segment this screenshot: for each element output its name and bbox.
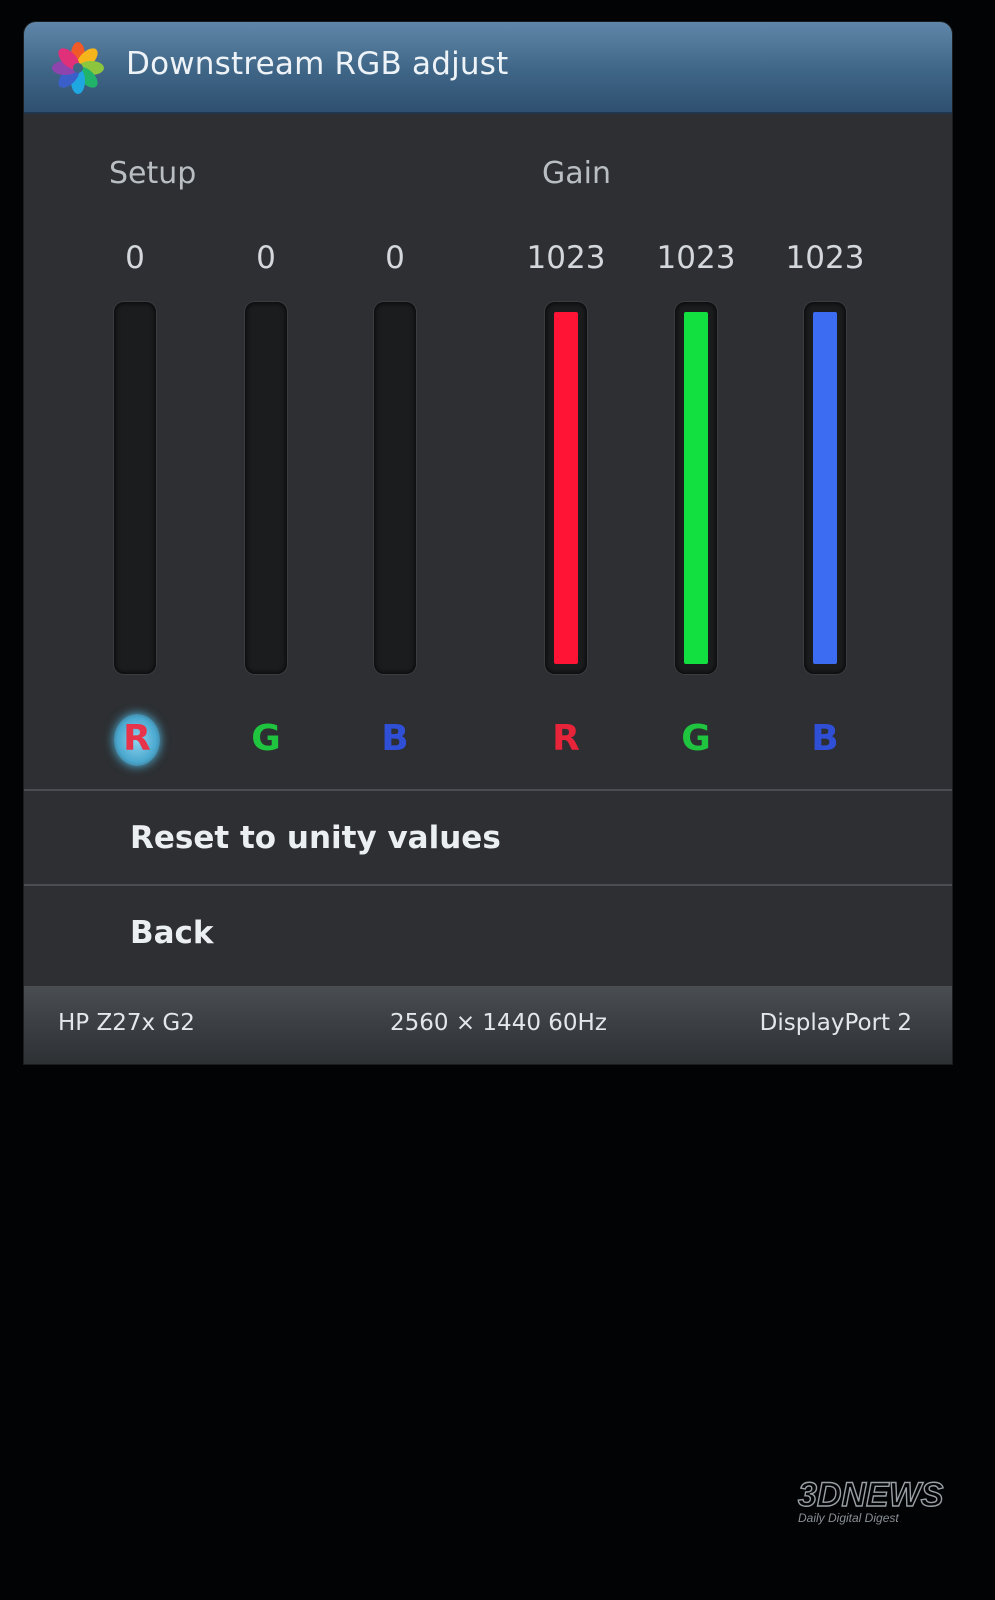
gain-r-value: 1023 [526, 240, 606, 276]
osd-window: Downstream RGB adjust Setup Gain 0 0 0 1… [24, 22, 952, 1064]
setup-g-value: 0 [256, 240, 276, 276]
gain-g-value: 1023 [656, 240, 736, 276]
input-source: DisplayPort 2 [759, 1010, 912, 1036]
3dnews-watermark-logo: 3DNEWS Daily Digital Digest [797, 1475, 944, 1525]
hp-colorwheel-icon [52, 42, 104, 94]
gain-r-slider[interactable] [545, 302, 587, 674]
gain-r-channel-button[interactable]: R [536, 718, 596, 759]
reset-to-unity-button[interactable]: Reset to unity values [130, 820, 501, 856]
setup-r-value: 0 [125, 240, 145, 276]
status-bar: HP Z27x G2 2560 × 1440 60Hz DisplayPort … [24, 986, 952, 1064]
gain-r-fill [554, 312, 578, 664]
model-name: HP Z27x G2 [58, 1010, 195, 1036]
gain-b-slider[interactable] [804, 302, 846, 674]
setup-g-slider[interactable] [245, 302, 287, 674]
back-button[interactable]: Back [130, 915, 214, 951]
setup-b-slider[interactable] [374, 302, 416, 674]
gain-g-slider[interactable] [675, 302, 717, 674]
setup-label: Setup [109, 156, 197, 191]
watermark-brand: 3DNEWS [798, 1476, 944, 1514]
setup-g-channel-button[interactable]: G [236, 718, 296, 759]
gain-b-fill [813, 312, 837, 664]
gain-b-channel-button[interactable]: B [795, 718, 855, 759]
resolution-info: 2560 × 1440 60Hz [390, 1010, 607, 1036]
gain-b-value: 1023 [785, 240, 865, 276]
divider [24, 789, 952, 791]
setup-r-channel-button[interactable]: R [114, 714, 160, 766]
gain-g-channel-button[interactable]: G [666, 718, 726, 759]
window-title: Downstream RGB adjust [126, 46, 509, 82]
title-bar: Downstream RGB adjust [24, 22, 952, 114]
divider [24, 884, 952, 886]
gain-g-fill [684, 312, 708, 664]
setup-b-channel-button[interactable]: B [365, 718, 425, 759]
setup-b-value: 0 [385, 240, 405, 276]
setup-r-slider[interactable] [114, 302, 156, 674]
gain-label: Gain [542, 156, 611, 191]
watermark-tagline: Daily Digital Digest [798, 1511, 899, 1525]
